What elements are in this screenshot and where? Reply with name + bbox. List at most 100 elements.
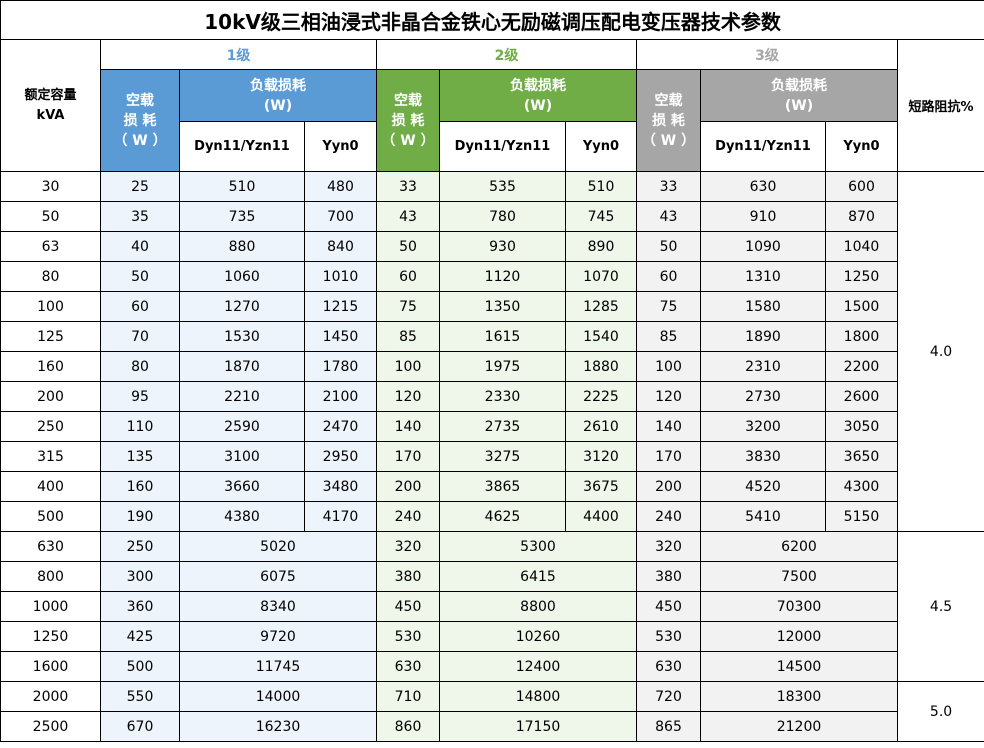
level3-dyn-cell: 4520: [700, 471, 826, 502]
table-title: 10kV级三相油浸式非晶合金铁心无励磁调压配电变压器技术参数: [0, 0, 984, 40]
level3-no-load-cell: 200: [636, 471, 701, 502]
level2-no-load-cell: 380: [376, 561, 440, 592]
level2-dyn-cell: 2330: [439, 381, 566, 412]
level1-dyn-cell: 1530: [179, 321, 305, 352]
level3-dyn-cell: 5410: [700, 501, 826, 532]
no-load-label-2: 损 耗: [652, 112, 685, 129]
level1-dyn-cell: 2590: [179, 411, 305, 442]
level3-yyn-cell: 1040: [825, 231, 898, 262]
level2-yyn-cell: 4400: [565, 501, 637, 532]
level3-yyn-cell: 3050: [825, 411, 898, 442]
level3-dyn-cell: 1890: [700, 321, 826, 352]
level1-dyn-cell: 880: [179, 231, 305, 262]
level3-no-load-cell: 75: [636, 291, 701, 322]
level3-yyn-cell: 1250: [825, 261, 898, 292]
level2-yyn-cell: 3120: [565, 441, 637, 472]
level2-header: 2级: [376, 39, 637, 70]
no-load-label-1: 空载: [394, 92, 422, 109]
capacity-cell: 200: [0, 381, 101, 412]
level2-no-load-header: 空载 损 耗 （ W ）: [376, 69, 440, 172]
level1-load-loss-cell: 11745: [179, 651, 377, 682]
level1-load-loss-cell: 5020: [179, 531, 377, 562]
level1-yyn-cell: 2100: [304, 381, 377, 412]
level1-yyn-cell: 700: [304, 201, 377, 232]
level2-dyn-cell: 780: [439, 201, 566, 232]
level2-yyn-cell: 1285: [565, 291, 637, 322]
table-row: 50 35 735 700 43 780 745 43 910 870: [0, 201, 984, 232]
table-row: 630 250 5020 320 5300 320 6200 4.5: [0, 531, 984, 682]
level1-yyn-cell: 2950: [304, 441, 377, 472]
no-load-label-2: 损 耗: [123, 112, 157, 129]
level1-yyn-cell: 480: [304, 171, 377, 202]
table-row: 250 110 2590 2470 140 2735 2610 140 3200 3050: [0, 411, 984, 442]
table-row: 1250 425 9720 530 10260 530 12000: [0, 621, 984, 652]
level1-load-loss-cell: 6075: [179, 561, 377, 592]
level3-yyn-cell: 3650: [825, 441, 898, 472]
capacity-cell: 800: [0, 561, 101, 592]
level1-yyn-cell: 3480: [304, 471, 377, 502]
capacity-cell: 30: [0, 171, 101, 202]
level3-load-loss-cell: 14500: [700, 651, 898, 682]
load-loss-unit: (W): [784, 97, 814, 114]
level3-no-load-cell: 50: [636, 231, 701, 262]
level3-no-load-cell: 380: [636, 561, 701, 592]
level2-no-load-cell: 85: [376, 321, 440, 352]
level3-yyn-cell: 4300: [825, 471, 898, 502]
level2-no-load-cell: 630: [376, 651, 440, 682]
rated-capacity-unit: kVA: [36, 107, 65, 123]
level3-no-load-cell: 85: [636, 321, 701, 352]
level1-no-load-cell: 50: [100, 261, 180, 292]
level2-no-load-cell: 710: [376, 681, 440, 712]
level3-no-load-cell: 630: [636, 651, 701, 682]
level3-no-load-cell: 120: [636, 381, 701, 412]
level1-yyn-cell: 1215: [304, 291, 377, 322]
level2-no-load-cell: 50: [376, 231, 440, 262]
capacity-cell: 1600: [0, 651, 101, 682]
level3-no-load-cell: 60: [636, 261, 701, 292]
capacity-cell: 315: [0, 441, 101, 472]
level2-dyn-cell: 1120: [439, 261, 566, 292]
level2-yyn-cell: 3675: [565, 471, 637, 502]
level3-yyn-cell: 1500: [825, 291, 898, 322]
level1-dyn-cell: 3660: [179, 471, 305, 502]
spec-table: 10kV级三相油浸式非晶合金铁心无励磁调压配电变压器技术参数 额定容量 kVA …: [0, 0, 984, 742]
level3-yyn-cell: 5150: [825, 501, 898, 532]
table-row: 200 95 2210 2100 120 2330 2225 120 2730 2600: [0, 381, 984, 412]
short-circuit-header: 短路阻抗%: [896, 39, 984, 172]
level3-no-load-cell: 170: [636, 441, 701, 472]
level1-no-load-cell: 135: [100, 441, 180, 472]
level1-no-load-cell: 70: [100, 321, 180, 352]
level3-dyn-cell: 1310: [700, 261, 826, 292]
level3-dyn-cell: 3200: [700, 411, 826, 442]
level3-yyn-cell: 870: [825, 201, 898, 232]
level3-no-load-cell: 720: [636, 681, 701, 712]
level2-yyn-cell: 1880: [565, 351, 637, 382]
level2-no-load-cell: 320: [376, 531, 440, 562]
level1-no-load-cell: 360: [100, 591, 180, 622]
level1-no-load-cell: 25: [100, 171, 180, 202]
capacity-cell: 160: [0, 351, 101, 382]
table-row: 500 190 4380 4170 240 4625 4400 240 5410 5150: [0, 501, 984, 532]
capacity-cell: 2000: [0, 681, 101, 712]
level3-yyn-cell: 2600: [825, 381, 898, 412]
level2-no-load-cell: 140: [376, 411, 440, 442]
table-row: 63 40 880 840 50 930 890 50 1090 1040: [0, 231, 984, 262]
level2-yyn-cell: 745: [565, 201, 637, 232]
impedance-cell: 5.0: [896, 681, 984, 742]
table-row: 1000 360 8340 450 8800 450 70300: [0, 591, 984, 622]
level2-load-loss-cell: 14800: [439, 681, 637, 712]
level2-yyn-cell: 2610: [565, 411, 637, 442]
level3-no-load-header: 空载 损 耗 （ W ）: [636, 69, 701, 172]
level1-no-load-cell: 425: [100, 621, 180, 652]
rated-capacity-header: 额定容量 kVA: [0, 39, 101, 172]
level1-load-loss-cell: 9720: [179, 621, 377, 652]
level3-no-load-cell: 530: [636, 621, 701, 652]
level2-dyn-cell: 535: [439, 171, 566, 202]
level1-no-load-cell: 250: [100, 531, 180, 562]
capacity-cell: 250: [0, 411, 101, 442]
level1-yyn-cell: 1780: [304, 351, 377, 382]
load-loss-unit: (W): [523, 97, 553, 114]
level2-no-load-cell: 170: [376, 441, 440, 472]
level3-dyn-cell: 3830: [700, 441, 826, 472]
level1-load-loss-cell: 14000: [179, 681, 377, 712]
